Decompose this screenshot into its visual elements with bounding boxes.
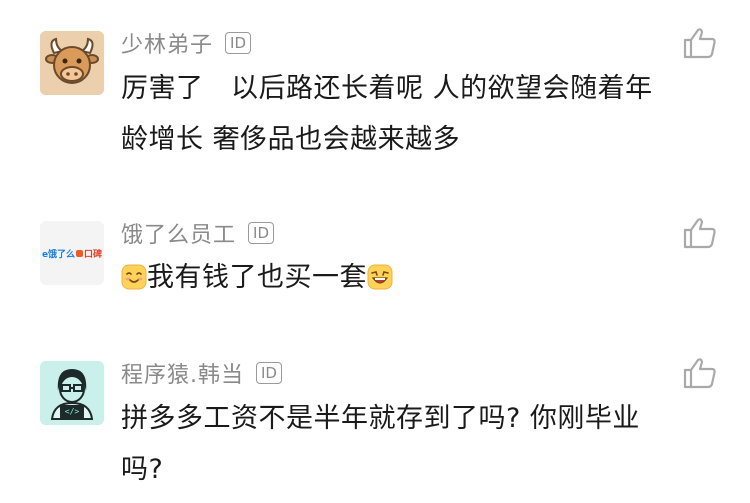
comment-item: e饿了么 口碑 饿了么员工 ID 我有钱了也买一套 bbox=[0, 190, 750, 330]
username[interactable]: 饿了么员工 bbox=[121, 217, 236, 249]
username[interactable]: 程序猿.韩当 bbox=[121, 357, 244, 389]
username-row: 少林弟子 ID bbox=[121, 28, 251, 58]
comment-text-line: 厉害了 以后路还长着呢 人的欲望会随着年 bbox=[121, 73, 653, 104]
comment-text-line: 吗? bbox=[121, 454, 164, 485]
code-label: </> bbox=[64, 407, 80, 416]
brand-dot bbox=[76, 249, 84, 257]
like-button[interactable] bbox=[683, 27, 717, 59]
thumbs-up-icon bbox=[683, 218, 716, 249]
username[interactable]: 少林弟子 bbox=[121, 27, 213, 59]
avatar[interactable]: </> bbox=[40, 361, 104, 425]
comment-text: 厉害了 以后路还长着呢 人的欲望会随着年 龄增长 奢侈品也会越来越多 bbox=[121, 63, 681, 165]
comment-text: 我有钱了也买一套 bbox=[121, 252, 681, 303]
smiling-face-emoji bbox=[121, 264, 147, 290]
id-badge: ID bbox=[248, 222, 274, 244]
brand-text-right: 口碑 bbox=[84, 249, 103, 260]
avatar[interactable]: e饿了么 口碑 bbox=[40, 221, 104, 285]
grinning-face-emoji bbox=[367, 264, 393, 290]
comment-text-line: 拼多多工资不是半年就存到了吗? 你刚毕业 bbox=[121, 403, 640, 434]
bull-avatar-image bbox=[40, 31, 104, 95]
username-row: 饿了么员工 ID bbox=[121, 218, 274, 248]
thumbs-up-icon bbox=[683, 28, 716, 59]
comment-item: </> 程序猿.韩当 ID 拼多多工资不是半年就存到了吗? 你刚毕业 吗? bbox=[0, 330, 750, 503]
username-row: 程序猿.韩当 ID bbox=[121, 358, 282, 388]
comment-item: 少林弟子 ID 厉害了 以后路还长着呢 人的欲望会随着年 龄增长 奢侈品也会越来… bbox=[0, 0, 750, 190]
brand-logo: e饿了么 口碑 bbox=[40, 244, 104, 262]
thumbs-up-icon bbox=[683, 358, 716, 389]
id-badge: ID bbox=[256, 362, 282, 384]
avatar[interactable] bbox=[40, 31, 104, 95]
comment-text: 拼多多工资不是半年就存到了吗? 你刚毕业 吗? bbox=[121, 393, 681, 495]
comment-text-line: 龄增长 奢侈品也会越来越多 bbox=[121, 124, 461, 155]
like-button[interactable] bbox=[683, 357, 717, 389]
like-button[interactable] bbox=[683, 217, 717, 249]
brand-text-left: e饿了么 bbox=[41, 249, 76, 260]
id-badge: ID bbox=[225, 32, 251, 54]
comment-text-line: 我有钱了也买一套 bbox=[147, 262, 367, 293]
